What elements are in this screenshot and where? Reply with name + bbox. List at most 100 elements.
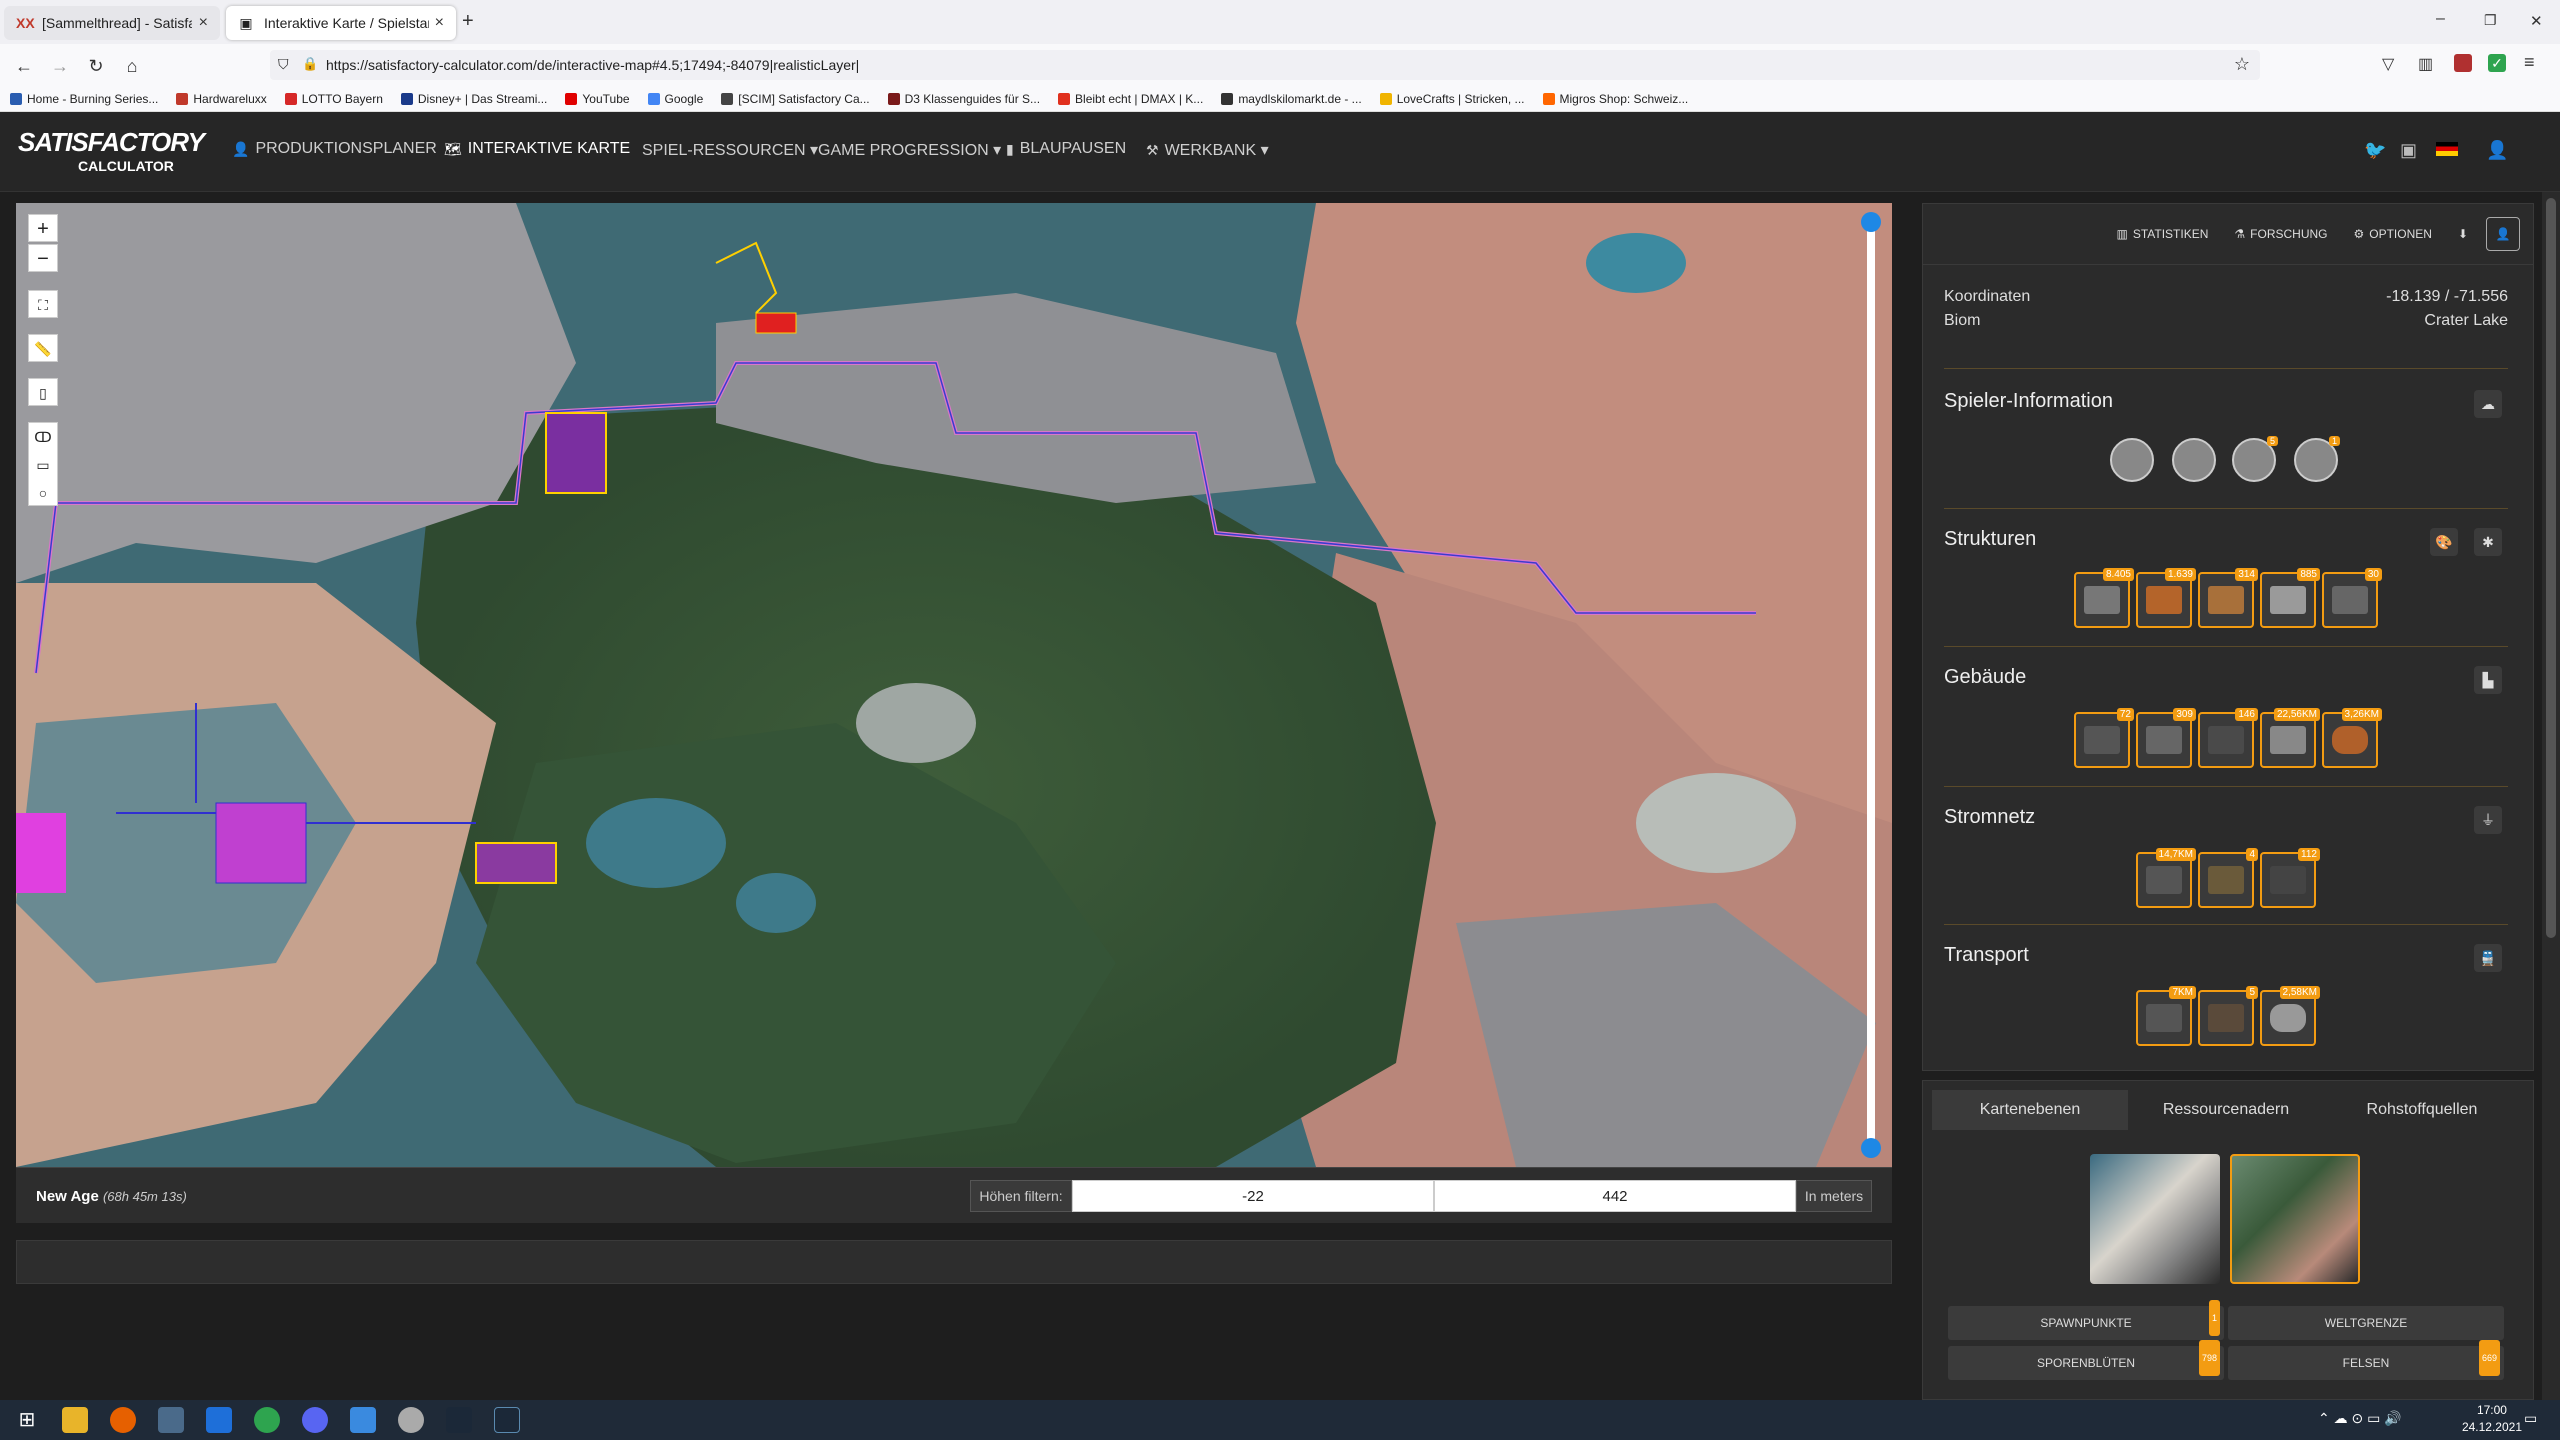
scrollbar-thumb[interactable] <box>2546 198 2556 938</box>
layer-thumbnail-game[interactable] <box>2090 1154 2220 1284</box>
fullscreen-icon[interactable]: ⛶ <box>28 290 58 318</box>
transport-hypertube[interactable]: 2,58KM <box>2260 986 2320 1046</box>
tab-rohstoffquellen[interactable]: Rohstoffquellen <box>2324 1090 2520 1130</box>
upload-profile-button[interactable]: 👤 <box>2486 216 2520 251</box>
bookmark-item[interactable]: [SCIM] Satisfactory Ca... <box>721 92 870 106</box>
options-button[interactable]: ⚙ OPTIONEN <box>2354 227 2432 241</box>
layer-spawnpunkte-button[interactable]: SPAWNPUNKTE 1 <box>1948 1300 2224 1340</box>
bookmark-item[interactable]: Bleibt echt | DMAX | K... <box>1058 92 1203 106</box>
transport-rail[interactable]: 7KM <box>2136 986 2196 1046</box>
close-tab-icon[interactable]: × <box>199 14 208 32</box>
download-icon[interactable]: ⬇ <box>2458 227 2468 241</box>
interactive-map[interactable] <box>16 203 1892 1167</box>
nav-werkbank[interactable]: ⚒ WERKBANK ▾ <box>1146 140 1269 160</box>
print-icon[interactable]: ▯ <box>28 378 58 406</box>
statistics-button[interactable]: ▥ STATISTIKEN <box>2116 227 2208 241</box>
app-icon[interactable] <box>254 1407 280 1433</box>
notifications-icon[interactable]: ▭ <box>2524 1410 2537 1427</box>
tab-kartenebenen[interactable]: Kartenebenen <box>1932 1090 2128 1130</box>
draw-tools[interactable]: ↀ ▭ ○ <box>28 422 58 506</box>
bookmark-item[interactable]: LoveCrafts | Stricken, ... <box>1379 92 1525 106</box>
plug-icon[interactable]: ⏚ <box>2474 806 2502 834</box>
bookmark-item[interactable]: YouTube <box>565 92 630 106</box>
train-icon[interactable]: 🚆 <box>2474 944 2502 972</box>
factory-icon[interactable]: ▙ <box>2474 666 2502 694</box>
structure-walkway[interactable]: 30 <box>2322 568 2382 628</box>
forward-icon[interactable]: → <box>48 54 72 78</box>
bookmark-item[interactable]: LOTTO Bayern <box>284 92 383 106</box>
inventory-icon[interactable]: 5 <box>2232 436 2278 482</box>
app-icon[interactable] <box>398 1407 424 1433</box>
bookmark-item[interactable]: Disney+ | Das Streami... <box>400 92 547 106</box>
file-explorer-icon[interactable] <box>62 1407 88 1433</box>
extension-check-icon[interactable]: ✓ <box>2488 54 2506 72</box>
app-icon[interactable] <box>206 1407 232 1433</box>
building-conveyor[interactable]: 22,56KM <box>2260 708 2320 768</box>
bug-icon[interactable]: ✱ <box>2474 528 2502 556</box>
lasso-icon[interactable]: ↀ <box>29 423 57 451</box>
site-logo[interactable]: SATISFACTORY CALCULATOR <box>18 129 205 178</box>
ruler-icon[interactable]: 📏 <box>28 334 58 362</box>
building-pipe[interactable]: 3,26KM <box>2322 708 2382 768</box>
transport-station[interactable]: 5 <box>2198 986 2258 1046</box>
zoom-in-button[interactable]: + <box>28 214 58 242</box>
minimize-button[interactable]: – <box>2436 10 2445 28</box>
close-window-button[interactable]: ✕ <box>2530 12 2543 30</box>
layer-felsen-button[interactable]: FELSEN 669 <box>2228 1340 2504 1380</box>
nav-blaupausen[interactable]: ▮ BLAUPAUSEN <box>1006 140 1126 158</box>
flag-de-icon[interactable] <box>2436 142 2458 156</box>
bookmark-item[interactable]: Google <box>647 92 703 106</box>
new-tab-button[interactable]: + <box>462 10 474 33</box>
structure-stairs[interactable]: 314 <box>2198 568 2258 628</box>
app-icon[interactable] <box>158 1407 184 1433</box>
tab-ressourcenadern[interactable]: Ressourcenadern <box>2128 1090 2324 1130</box>
bookmark-item[interactable]: D3 Klassenguides für S... <box>887 92 1040 106</box>
discord-icon[interactable]: ▣ <box>2400 140 2417 161</box>
steam-icon[interactable] <box>494 1407 520 1433</box>
zoom-out-button[interactable]: − <box>28 244 58 272</box>
power-line[interactable]: 14,7KM <box>2136 848 2196 908</box>
layer-thumbnail-realistic[interactable] <box>2230 1154 2360 1284</box>
bookmark-item[interactable]: Hardwareluxx <box>176 92 267 106</box>
back-icon[interactable]: ← <box>12 54 36 78</box>
library-icon[interactable]: ▥ <box>2418 54 2433 74</box>
height-slider-track[interactable] <box>1867 215 1875 1153</box>
height-slider-max-handle[interactable] <box>1861 212 1881 232</box>
palette-icon[interactable]: 🎨 <box>2430 528 2458 556</box>
taskbar-clock[interactable]: 17:00 24.12.2021 <box>2462 1402 2522 1436</box>
power-pole[interactable]: 112 <box>2260 848 2320 908</box>
cloud-icon[interactable]: ☁ <box>2474 390 2502 418</box>
building-constructor[interactable]: 309 <box>2136 708 2196 768</box>
home-base-icon[interactable] <box>2172 438 2216 482</box>
vehicle-icon[interactable]: 1 <box>2294 436 2340 482</box>
height-slider-min-handle[interactable] <box>1861 1138 1881 1158</box>
steam-icon[interactable] <box>446 1407 472 1433</box>
height-max-input[interactable]: 442 <box>1434 1180 1796 1212</box>
maximize-button[interactable]: ❐ <box>2484 12 2497 29</box>
nav-interaktive-karte[interactable]: 🗺 INTERAKTIVE KARTE <box>444 140 630 158</box>
twitter-icon[interactable]: 🐦 <box>2364 140 2386 161</box>
building-storage[interactable]: 146 <box>2198 708 2258 768</box>
extension-icon[interactable] <box>2454 54 2472 72</box>
browser-tab-forum[interactable]: XX [Sammelthread] - Satisfactory | × <box>4 6 220 40</box>
rectangle-icon[interactable]: ▭ <box>29 451 57 479</box>
bookmark-item[interactable]: maydlskilomarkt.de - ... <box>1221 92 1362 106</box>
bookmark-item[interactable]: Home - Burning Series... <box>10 92 158 106</box>
circle-icon[interactable]: ○ <box>29 479 57 507</box>
layer-weltgrenze-button[interactable]: WELTGRENZE <box>2228 1306 2504 1340</box>
browser-tab-map[interactable]: ▣ Interaktive Karte / Spielstand Ed × <box>226 6 456 40</box>
pocket-icon[interactable]: ▽ <box>2382 54 2394 74</box>
structure-wall[interactable]: 1.639 <box>2136 568 2196 628</box>
reload-icon[interactable]: ↻ <box>84 54 108 78</box>
windows-start-icon[interactable]: ⊞ <box>14 1407 40 1433</box>
structure-ramp[interactable]: 885 <box>2260 568 2320 628</box>
close-tab-icon[interactable]: × <box>435 14 444 32</box>
app-icon[interactable] <box>350 1407 376 1433</box>
tray-icons[interactable]: ⌃ ☁ ⊙ ▭ 🔊 <box>2318 1410 2402 1427</box>
url-input[interactable]: ⛉ 🔒 https://satisfactory-calculator.com/… <box>270 50 2260 80</box>
bookmark-star-icon[interactable]: ☆ <box>2234 54 2250 75</box>
discord-taskbar-icon[interactable] <box>302 1407 328 1433</box>
player-avatar[interactable] <box>2110 438 2154 482</box>
nav-game-progression[interactable]: GAME PROGRESSION ▾ <box>818 140 1001 160</box>
user-icon[interactable]: 👤 <box>2486 140 2508 161</box>
